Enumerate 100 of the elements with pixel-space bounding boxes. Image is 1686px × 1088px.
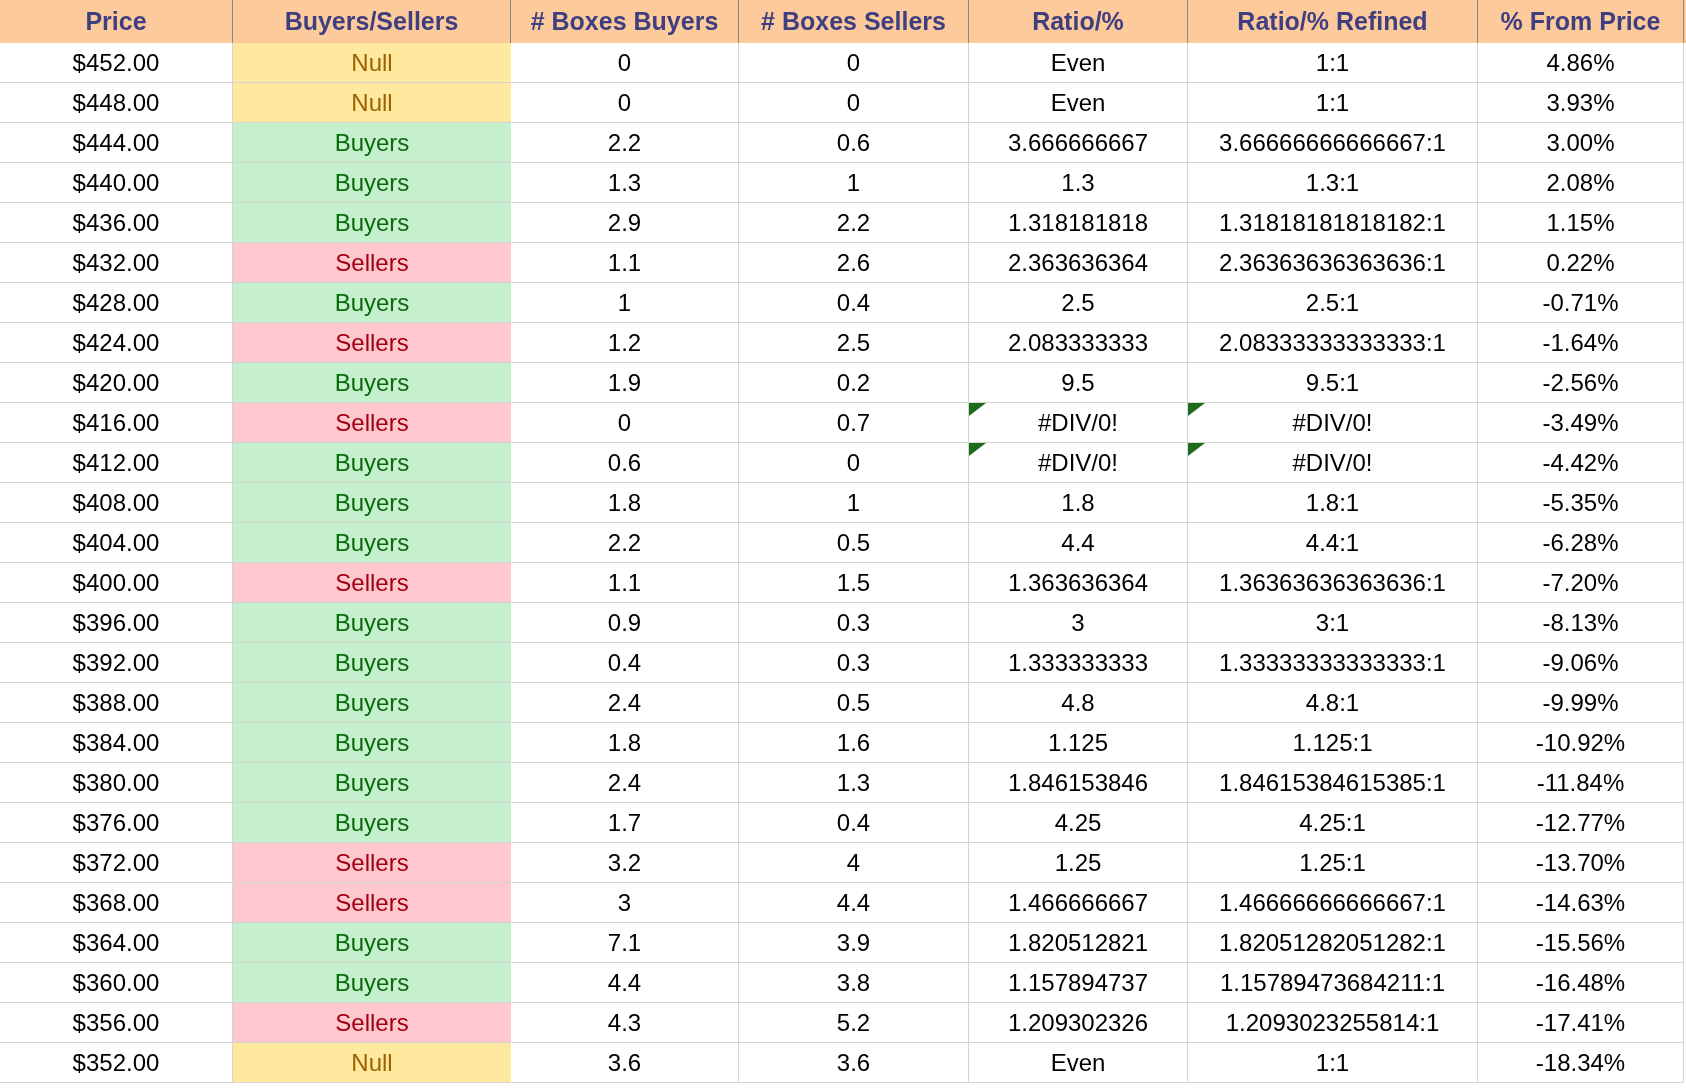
ratio-cell: 1.25:1 — [1188, 843, 1478, 883]
table-cell: 0.3 — [739, 643, 969, 683]
ratio-cell: 3 — [969, 603, 1188, 643]
ratio-cell: 4.8:1 — [1188, 683, 1478, 723]
table-cell: 3.8 — [739, 963, 969, 1003]
table-cell: -17.41% — [1478, 1003, 1684, 1043]
side-cell: Sellers — [233, 883, 511, 923]
ratio-cell: 1.8:1 — [1188, 483, 1478, 523]
table-cell: 1.1 — [511, 243, 739, 283]
table-cell: 4.4 — [511, 963, 739, 1003]
side-cell: Buyers — [233, 483, 511, 523]
ratio-cell: 2.083333333 — [969, 323, 1188, 363]
table-cell: 7.1 — [511, 923, 739, 963]
side-cell: Sellers — [233, 563, 511, 603]
table-cell: 1.6 — [739, 723, 969, 763]
side-cell: Buyers — [233, 523, 511, 563]
table-cell: -6.28% — [1478, 523, 1684, 563]
table-cell: 2.08% — [1478, 163, 1684, 203]
ratio-cell: Even — [969, 1043, 1188, 1083]
table-cell: 4.3 — [511, 1003, 739, 1043]
table-cell: 0.5 — [739, 683, 969, 723]
table-cell: -7.20% — [1478, 563, 1684, 603]
table-cell: 0 — [511, 43, 739, 83]
ratio-cell: 4.25 — [969, 803, 1188, 843]
table-cell: 0 — [739, 83, 969, 123]
table-cell: -16.48% — [1478, 963, 1684, 1003]
ratio-cell: 4.4:1 — [1188, 523, 1478, 563]
side-cell: Buyers — [233, 683, 511, 723]
table-cell: -14.63% — [1478, 883, 1684, 923]
table-cell: 0.3 — [739, 603, 969, 643]
side-cell: Buyers — [233, 283, 511, 323]
table-cell: 1.15% — [1478, 203, 1684, 243]
table-cell: -9.06% — [1478, 643, 1684, 683]
side-cell: Null — [233, 1043, 511, 1083]
side-cell: Buyers — [233, 923, 511, 963]
side-cell: Buyers — [233, 643, 511, 683]
ratio-cell: 1:1 — [1188, 83, 1478, 123]
table-cell: 0.5 — [739, 523, 969, 563]
column-header: # Boxes Sellers — [739, 0, 969, 43]
table-cell: 3.9 — [739, 923, 969, 963]
table-cell: 0 — [511, 403, 739, 443]
table-cell: 4 — [739, 843, 969, 883]
side-cell: Null — [233, 83, 511, 123]
side-cell: Sellers — [233, 403, 511, 443]
table-cell: 5.2 — [739, 1003, 969, 1043]
table-cell: 3 — [511, 883, 739, 923]
table-cell: -2.56% — [1478, 363, 1684, 403]
ratio-cell: 1.209302326 — [969, 1003, 1188, 1043]
table-cell: 0.9 — [511, 603, 739, 643]
table-cell: 0 — [739, 43, 969, 83]
side-cell: Buyers — [233, 163, 511, 203]
ratio-cell: 1.466666667 — [969, 883, 1188, 923]
ratio-cell: Even — [969, 83, 1188, 123]
table-cell: -3.49% — [1478, 403, 1684, 443]
side-cell: Null — [233, 43, 511, 83]
table-cell: 1.3 — [511, 163, 739, 203]
table-cell: -13.70% — [1478, 843, 1684, 883]
table-cell: -8.13% — [1478, 603, 1684, 643]
table-cell: 3.6 — [739, 1043, 969, 1083]
ratio-cell: 1.31818181818182:1 — [1188, 203, 1478, 243]
table-cell: 2.9 — [511, 203, 739, 243]
table-cell: 0.6 — [511, 443, 739, 483]
ratio-cell: 1.125 — [969, 723, 1188, 763]
table-cell: -1.64% — [1478, 323, 1684, 363]
ratio-cell: 4.25:1 — [1188, 803, 1478, 843]
table-cell: 4.86% — [1478, 43, 1684, 83]
ratio-cell: 1.8 — [969, 483, 1188, 523]
table-cell: -11.84% — [1478, 763, 1684, 803]
ratio-cell: 1:1 — [1188, 1043, 1478, 1083]
table-cell: 1.2 — [511, 323, 739, 363]
table-cell: -4.42% — [1478, 443, 1684, 483]
side-cell: Buyers — [233, 603, 511, 643]
ratio-cell: 2.363636364 — [969, 243, 1188, 283]
table-cell: -12.77% — [1478, 803, 1684, 843]
ratio-cell: 1.125:1 — [1188, 723, 1478, 763]
table-cell: -10.92% — [1478, 723, 1684, 763]
side-cell: Sellers — [233, 323, 511, 363]
ratio-cell: 2.08333333333333:1 — [1188, 323, 1478, 363]
table-cell: 1.3 — [739, 763, 969, 803]
side-cell: Sellers — [233, 1003, 511, 1043]
ratio-cell: 1.33333333333333:1 — [1188, 643, 1478, 683]
side-cell: Buyers — [233, 123, 511, 163]
ratio-cell: 1.3:1 — [1188, 163, 1478, 203]
side-cell: Sellers — [233, 843, 511, 883]
ratio-cell: 1.318181818 — [969, 203, 1188, 243]
table-cell: 1 — [511, 283, 739, 323]
ratio-cell: 4.8 — [969, 683, 1188, 723]
table-cell: 1 — [739, 483, 969, 523]
ratio-cell: 1.84615384615385:1 — [1188, 763, 1478, 803]
table-cell: 3.93% — [1478, 83, 1684, 123]
table-cell: 1.8 — [511, 483, 739, 523]
column-header: Ratio/% — [969, 0, 1188, 43]
ratio-cell: 1.157894737 — [969, 963, 1188, 1003]
side-cell: Sellers — [233, 243, 511, 283]
table-cell: 0.4 — [739, 283, 969, 323]
table-cell: 3.2 — [511, 843, 739, 883]
ratio-cell: 1.3 — [969, 163, 1188, 203]
table-cell: 0.7 — [739, 403, 969, 443]
side-cell: Buyers — [233, 203, 511, 243]
table-cell: 0 — [739, 443, 969, 483]
